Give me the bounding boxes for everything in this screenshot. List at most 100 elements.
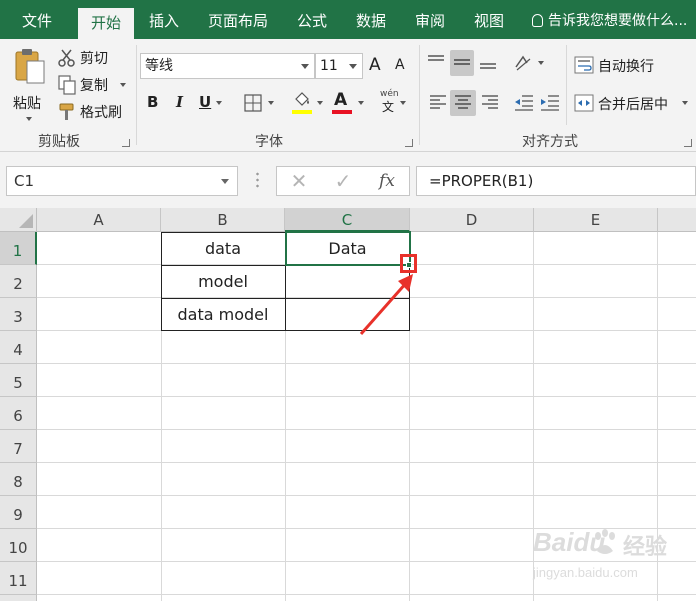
chevron-down-icon [301,64,309,69]
column-header-f[interactable] [658,208,696,232]
alignment-group-label: 对齐方式 [522,134,578,150]
select-all-button[interactable] [0,208,37,232]
bold-button[interactable]: B [143,90,163,116]
wrap-text-button[interactable]: 自动换行 [572,52,668,78]
enter-formula-icon[interactable]: ✓ [323,167,363,195]
row-header-12[interactable] [0,595,37,601]
merge-center-button[interactable]: 合并后居中 [572,90,694,116]
decrease-indent-button[interactable] [512,90,536,116]
align-center-button[interactable] [450,90,476,116]
phonetic-guide-button[interactable]: wén 文 [378,89,408,116]
ribbon-home: 粘贴 剪切 复制 格式刷 剪贴板 等线 11 A A B I U A wén 文… [0,39,696,152]
middle-align-button[interactable] [450,50,474,76]
align-left-button[interactable] [426,90,450,116]
orientation-button[interactable] [510,50,548,76]
font-launcher-icon[interactable] [405,139,413,147]
font-color-button[interactable]: A [331,90,369,116]
decrease-font-size-button[interactable]: A [392,53,412,79]
lightbulb-icon [532,14,543,27]
tab-review[interactable]: 审阅 [405,0,455,39]
font-name-dropdown[interactable]: 等线 [140,53,315,79]
row-header-8[interactable]: 8 [0,463,37,496]
cell-b2[interactable]: model [161,265,285,298]
tab-view[interactable]: 视图 [464,0,514,39]
row-header-1[interactable]: 1 [0,232,37,265]
active-cell-outline [285,231,411,266]
tab-home[interactable]: 开始 [78,8,134,39]
column-header-d[interactable]: D [410,208,534,232]
cancel-formula-icon[interactable]: ✕ [279,167,319,195]
row-header-10[interactable]: 10 [0,529,37,562]
row-header-3[interactable]: 3 [0,298,37,331]
font-size-dropdown[interactable]: 11 [315,53,363,79]
highlight-color-swatch [292,110,312,114]
align-right-button[interactable] [478,90,502,116]
chevron-down-icon [216,101,222,105]
gridline [37,396,696,397]
paste-icon [15,49,45,84]
chevron-down-icon [221,179,229,184]
column-header-b[interactable]: B [161,208,285,232]
tab-file[interactable]: 文件 [10,0,64,39]
tab-formulas[interactable]: 公式 [287,0,337,39]
wrap-text-icon [574,56,594,74]
format-painter-button[interactable]: 格式刷 [56,99,130,125]
column-header-c[interactable]: C [285,208,410,232]
ribbon-tab-bar: 文件 开始 插入 页面布局 公式 数据 审阅 视图 告诉我您想要做什么... [0,0,696,39]
row-header-5[interactable]: 5 [0,364,37,397]
phonetic-icon: 文 [382,100,395,114]
row-header-6[interactable]: 6 [0,397,37,430]
row-header-9[interactable]: 9 [0,496,37,529]
annotation-arrow-icon [359,274,413,335]
bold-icon: B [147,93,159,111]
increase-indent-icon [541,95,559,111]
column-header-a[interactable]: A [37,208,161,232]
row-header-7[interactable]: 7 [0,430,37,463]
gridline [37,363,696,364]
chevron-down-icon [268,101,274,105]
underline-button[interactable]: U [196,90,226,116]
select-all-triangle-icon [19,214,33,228]
column-header-e[interactable]: E [534,208,658,232]
paste-button[interactable]: 粘贴 [8,45,50,123]
row-header-2[interactable]: 2 [0,265,37,298]
insert-function-icon[interactable]: fx [367,167,407,195]
gridline [37,495,696,496]
formula-input[interactable]: =PROPER(B1) [416,166,696,196]
paw-icon [595,529,615,554]
increase-indent-button[interactable] [538,90,562,116]
tab-insert[interactable]: 插入 [139,0,189,39]
chevron-down-icon [400,101,406,105]
italic-button[interactable]: I [170,90,190,116]
format-painter-icon [59,103,74,120]
tab-data[interactable]: 数据 [346,0,396,39]
fill-color-button[interactable] [290,90,328,116]
tell-me-text: 告诉我您想要做什么... [548,13,688,29]
formula-bar-resize-handle[interactable] [256,171,259,189]
worksheet-grid[interactable]: A B C D E 1 2 3 4 5 6 7 8 9 10 11 data m… [0,208,696,601]
clipboard-launcher-icon[interactable] [122,139,130,147]
copy-button[interactable]: 复制 [56,72,130,98]
wrap-text-label: 自动换行 [598,59,654,75]
name-box[interactable]: C1 [6,166,238,196]
underline-icon: U [199,93,212,111]
bottom-align-button[interactable] [476,50,500,76]
row-header-4[interactable]: 4 [0,331,37,364]
inner-divider [566,45,567,125]
cut-button[interactable]: 剪切 [56,45,116,71]
align-left-icon [430,95,446,109]
cell-b1[interactable]: data [161,232,285,265]
cell-b3[interactable]: data model [161,298,285,331]
middle-align-icon [454,59,470,65]
clipboard-group-label: 剪贴板 [38,134,80,150]
italic-icon: I [176,93,184,111]
top-align-button[interactable] [424,50,448,76]
cut-label: 剪切 [80,51,108,67]
borders-button[interactable] [242,90,280,116]
watermark-url: jingyan.baidu.com [533,565,638,580]
tab-page-layout[interactable]: 页面布局 [199,0,277,39]
alignment-launcher-icon[interactable] [684,139,692,147]
increase-font-size-button[interactable]: A [367,53,387,79]
tell-me-search[interactable]: 告诉我您想要做什么... [532,0,687,39]
row-header-11[interactable]: 11 [0,562,37,595]
